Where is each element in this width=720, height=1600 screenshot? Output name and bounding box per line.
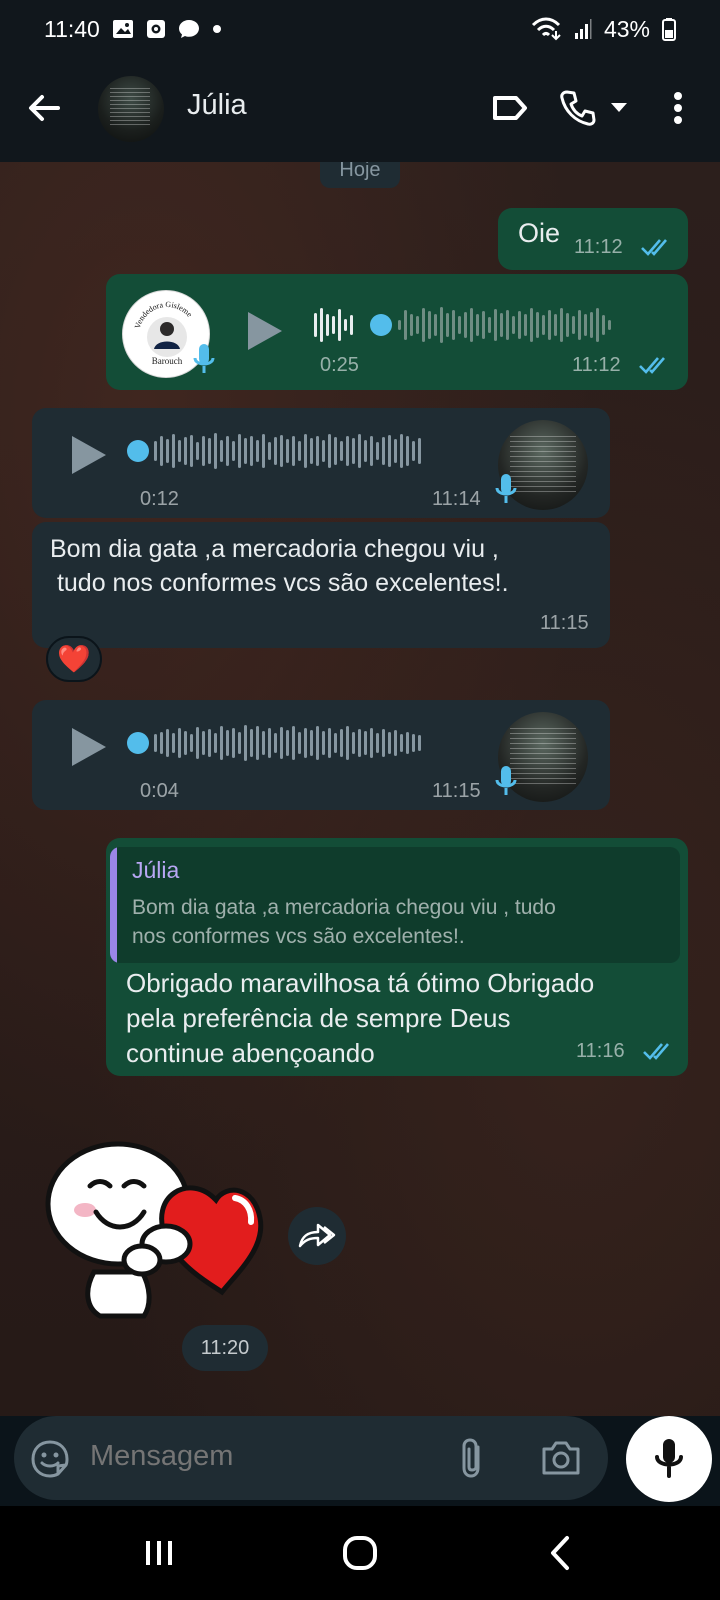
more-options-button[interactable] (664, 86, 692, 130)
message-input[interactable] (90, 1440, 430, 1473)
voice-waveform-remaining (398, 304, 611, 346)
outgoing-voice-bubble[interactable]: Vendedora Gisleme Barouch 0:25 11:12 (106, 274, 688, 390)
microphone-badge-icon (495, 474, 517, 503)
call-button[interactable] (558, 86, 598, 130)
microphone-badge-icon (495, 766, 517, 795)
phone-icon (560, 90, 596, 126)
date-chip: Hoje (320, 162, 400, 188)
message-text-line1: Bom dia gata ,a mercadoria chegou viu , (50, 535, 499, 563)
dropdown-icon (611, 103, 627, 112)
attach-icon[interactable] (458, 1437, 486, 1479)
back-button[interactable] (24, 88, 68, 132)
quoted-message[interactable]: Júlia Bom dia gata ,a mercadoria chegou … (110, 847, 680, 963)
signal-icon (574, 18, 592, 40)
battery-text: 43% (603, 15, 650, 42)
play-icon[interactable] (70, 434, 108, 476)
voice-waveform[interactable] (314, 304, 353, 346)
status-bar: 11:40 43% (0, 0, 720, 58)
voice-waveform[interactable] (154, 430, 421, 472)
play-icon[interactable] (246, 310, 284, 352)
voice-progress-dot[interactable] (127, 732, 149, 754)
reply-text-line3: continue abençoando (126, 1038, 375, 1068)
sticker-icon[interactable] (30, 1439, 70, 1479)
message-time: 11:12 (574, 236, 623, 258)
message-composer[interactable] (14, 1416, 608, 1500)
system-back-icon (551, 1536, 569, 1570)
incoming-voice-bubble[interactable]: 0:04 11:15 (32, 700, 610, 810)
call-dropdown-button[interactable] (608, 86, 630, 130)
microphone-icon (655, 1439, 683, 1478)
label-button[interactable] (488, 86, 532, 130)
microphone-badge-icon (193, 344, 215, 373)
home-icon (343, 1536, 377, 1570)
more-options-icon (674, 92, 682, 124)
message-time: 11:12 (572, 354, 621, 376)
voice-duration: 0:04 (140, 780, 179, 802)
incoming-voice-bubble[interactable]: 0:12 11:14 (32, 408, 610, 518)
camera-icon[interactable] (540, 1440, 582, 1476)
sticker-time: 11:20 (182, 1325, 268, 1371)
record-voice-button[interactable] (626, 1416, 712, 1502)
label-icon (493, 96, 527, 120)
status-right: 43% (530, 16, 676, 43)
heart-reaction-emoji: ❤️ (57, 644, 91, 674)
quote-accent-bar (110, 847, 117, 963)
system-navigation-bar (0, 1506, 720, 1600)
read-ticks-icon (641, 239, 667, 256)
back-arrow-icon (29, 95, 60, 121)
read-ticks-icon (639, 357, 665, 374)
voice-progress-dot[interactable] (370, 314, 392, 336)
image-icon (112, 19, 134, 39)
forward-button[interactable] (288, 1207, 346, 1265)
read-ticks-icon (643, 1043, 669, 1060)
chat-area[interactable]: Hoje Oie 11:12 Vendedora Gisleme Barouch (0, 162, 720, 1416)
voice-waveform[interactable] (154, 722, 421, 764)
message-time: 11:15 (540, 612, 589, 634)
recent-apps-icon (146, 1541, 172, 1565)
home-button[interactable] (334, 1528, 386, 1578)
quoted-text-line2: nos conformes vcs são excelentes!. (132, 925, 465, 948)
play-icon[interactable] (70, 726, 108, 768)
hugging-heart-sticker[interactable] (40, 1122, 270, 1322)
contact-name[interactable]: Júlia (187, 89, 247, 122)
reply-text-line2: pela preferência de sempre Deus (126, 1003, 511, 1033)
battery-icon (662, 17, 676, 41)
system-back-button[interactable] (540, 1528, 580, 1578)
quoted-text-line1: Bom dia gata ,a mercadoria chegou viu , … (132, 896, 556, 919)
chat-header: Júlia (0, 58, 720, 162)
voice-progress-dot[interactable] (127, 440, 149, 462)
quoted-sender-name: Júlia (132, 857, 180, 883)
heart-reaction[interactable]: ❤️ (46, 636, 102, 682)
message-text: Oie (518, 218, 561, 248)
message-time: 11:14 (432, 488, 481, 510)
forward-icon (298, 1223, 336, 1248)
avatar-brand-text: Barouch (152, 356, 183, 366)
notification-dot-icon (212, 24, 222, 34)
status-left: 11:40 (44, 16, 222, 43)
outgoing-text-bubble[interactable]: Oie 11:12 (498, 208, 688, 270)
recent-apps-button[interactable] (136, 1528, 182, 1578)
contact-avatar[interactable] (98, 76, 164, 142)
voice-duration: 0:12 (140, 488, 179, 510)
message-text-line2: tudo nos conformes vcs são excelentes!. (50, 569, 509, 597)
message-time: 11:15 (432, 780, 481, 802)
status-time: 11:40 (44, 15, 100, 42)
chat-bubble-icon (178, 18, 200, 40)
incoming-text-bubble[interactable]: Bom dia gata ,a mercadoria chegou viu , … (32, 522, 610, 648)
wifi-icon (530, 17, 562, 41)
voice-duration: 0:25 (320, 354, 359, 376)
message-time: 11:16 (576, 1040, 625, 1062)
reply-text-line1: Obrigado maravilhosa tá ótimo Obrigado (126, 968, 595, 998)
camera-app-icon (146, 19, 166, 39)
